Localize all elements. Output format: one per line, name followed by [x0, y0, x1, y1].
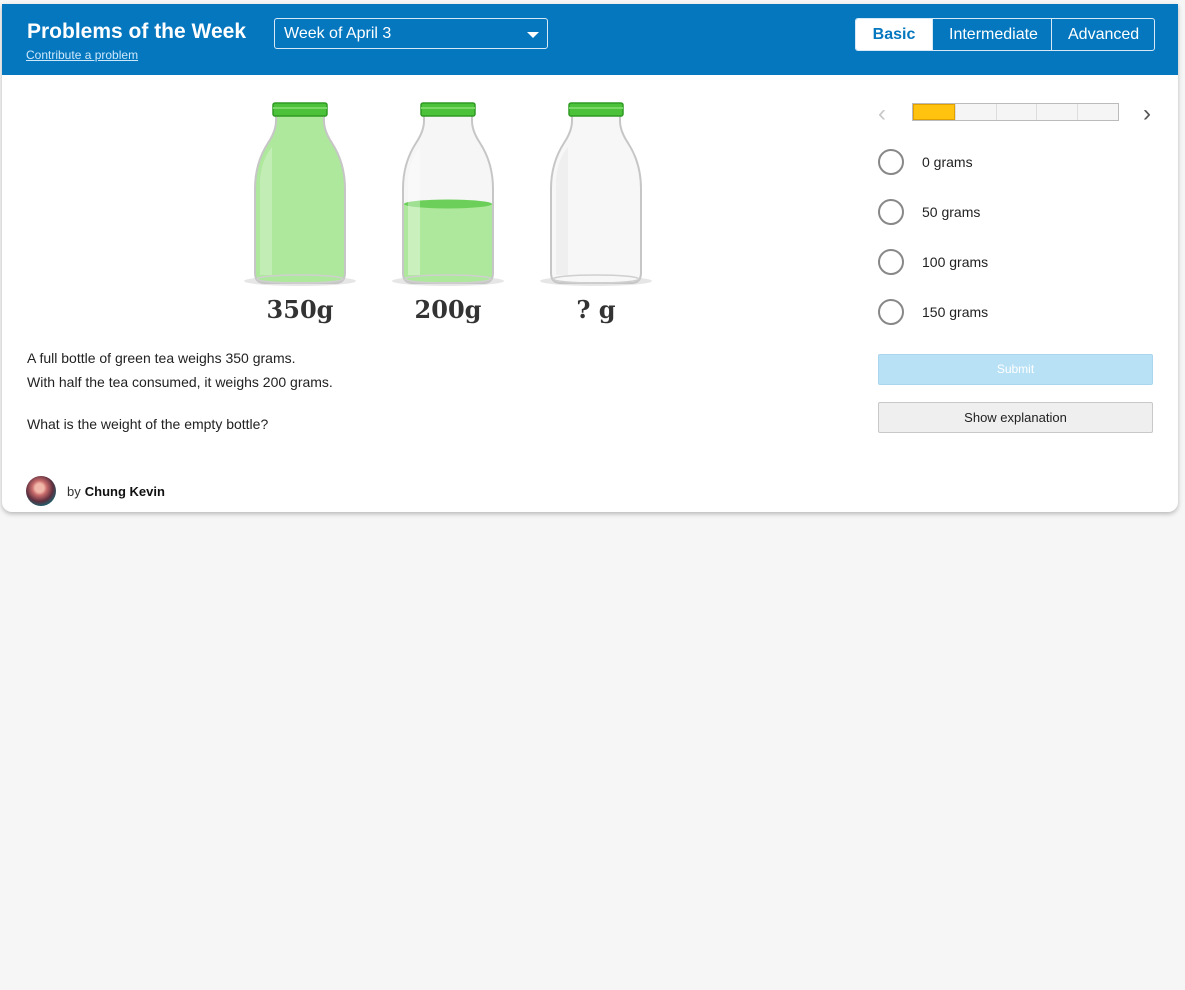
caret-down-icon	[527, 32, 539, 38]
choice-50-grams[interactable]: 50 grams	[878, 198, 980, 226]
week-select[interactable]: Week of April 3	[274, 18, 548, 49]
bottle-full	[244, 102, 356, 286]
choice-label: 100 grams	[922, 254, 989, 270]
bottle-empty	[540, 102, 652, 286]
show-explanation-button[interactable]: Show explanation	[878, 402, 1153, 433]
problem-line-2: With half the tea consumed, it weighs 20…	[27, 374, 333, 390]
level-tabs: Basic Intermediate Advanced	[855, 18, 1155, 51]
bottle-half-label: 200g	[414, 295, 482, 324]
radio-button[interactable]	[878, 149, 904, 175]
progress-segment-2[interactable]	[954, 104, 996, 120]
tab-intermediate[interactable]: Intermediate	[932, 19, 1051, 50]
choice-label: 50 grams	[922, 204, 981, 220]
progress-segment-3[interactable]	[995, 104, 1037, 120]
chevron-left-icon[interactable]: ‹	[878, 102, 886, 126]
problem-card: Problems of the Week Contribute a proble…	[2, 4, 1178, 512]
tab-basic[interactable]: Basic	[856, 19, 932, 50]
problem-question: What is the weight of the empty bottle?	[27, 416, 269, 432]
problem-line-1: A full bottle of green tea weighs 350 gr…	[27, 350, 296, 366]
author-by: by	[67, 483, 81, 499]
avatar	[26, 476, 56, 506]
progress-segment-5[interactable]	[1077, 104, 1118, 120]
bottle-full-label: 350g	[266, 295, 334, 324]
choice-150-grams[interactable]: 150 grams	[878, 298, 988, 326]
radio-button[interactable]	[878, 249, 904, 275]
author-name[interactable]: Chung Kevin	[85, 484, 165, 499]
progress-segment-4[interactable]	[1036, 104, 1078, 120]
bottles-illustration	[244, 102, 652, 286]
page-title: Problems of the Week	[27, 20, 247, 43]
choice-label: 150 grams	[922, 304, 989, 320]
week-select-value: Week of April 3	[284, 25, 392, 42]
radio-button[interactable]	[878, 199, 904, 225]
bottle-empty-label: ? g	[576, 295, 616, 324]
radio-button[interactable]	[878, 299, 904, 325]
progress-segment-1[interactable]	[913, 104, 955, 120]
choice-100-grams[interactable]: 100 grams	[878, 248, 988, 276]
choice-label: 0 grams	[922, 154, 973, 170]
choice-0-grams[interactable]: 0 grams	[878, 148, 973, 176]
problem-text: A full bottle of green tea weighs 350 gr…	[27, 346, 447, 436]
chevron-right-icon[interactable]: ›	[1143, 102, 1151, 126]
contribute-link[interactable]: Contribute a problem	[26, 48, 138, 62]
header-bar: Problems of the Week Contribute a proble…	[2, 4, 1178, 75]
problem-progress	[912, 103, 1119, 121]
submit-button[interactable]: Submit	[878, 354, 1153, 385]
author-credit: by Chung Kevin	[26, 475, 165, 507]
bottles-figure: 350g 200g ? g	[232, 99, 662, 339]
bottle-half	[392, 102, 504, 286]
tab-advanced[interactable]: Advanced	[1051, 19, 1154, 50]
